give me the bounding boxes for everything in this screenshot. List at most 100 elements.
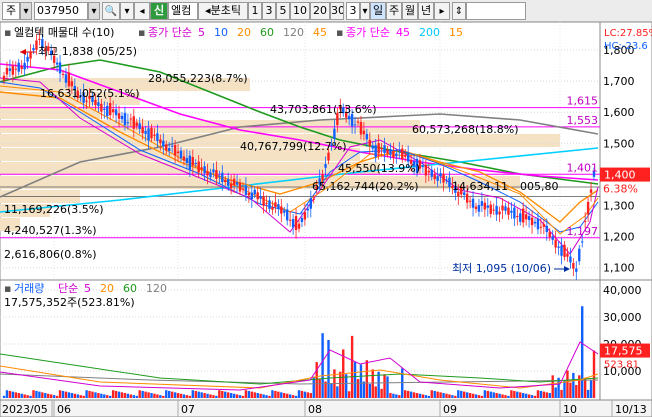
code-input[interactable]: 037950 (34, 2, 88, 20)
period-5[interactable]: 5 (276, 2, 290, 20)
volume-bar (566, 370, 569, 398)
candle-body (504, 206, 507, 211)
legend-ma2-period: 45 (396, 26, 410, 39)
candle-body (114, 109, 118, 116)
candle-body (483, 202, 487, 210)
volume-bar (492, 392, 495, 398)
next-icon[interactable]: ▸ (434, 2, 450, 20)
candle-body (209, 172, 212, 178)
period-10[interactable]: 10 (290, 2, 310, 20)
volume-bar (436, 391, 439, 398)
volume-bar (542, 391, 546, 398)
legend-ma-period: 45 (313, 26, 327, 39)
candle-body (442, 173, 445, 183)
market-dropdown-icon[interactable]: ▾ (20, 2, 32, 20)
candle-body (291, 219, 295, 228)
spinner-icon[interactable]: ⇕ (452, 2, 466, 20)
tab-day[interactable]: 일 (370, 2, 386, 20)
volume-bar (321, 333, 324, 398)
candle-body (14, 68, 17, 70)
volume-bar (203, 393, 206, 398)
volume-bar (235, 394, 239, 398)
period-1[interactable]: 1 (248, 2, 262, 20)
y-tick-label: 1,200 (603, 231, 635, 244)
candle-body (277, 204, 280, 209)
volume-profile-label: 005,80 (520, 180, 559, 193)
candle-body (244, 185, 248, 195)
tab-year[interactable]: 년 (418, 2, 434, 20)
candle-body (5, 67, 9, 75)
candle-body (583, 220, 587, 222)
tab-week[interactable]: 주 (386, 2, 402, 20)
candle-body (392, 151, 395, 158)
h-level-1615-label: 1,615 (567, 95, 599, 108)
volume-bar (191, 390, 194, 398)
volume-bar (70, 393, 74, 398)
volume-bar (362, 381, 366, 398)
period-unit-select[interactable]: ◂분초틱 (198, 2, 248, 20)
candle-body (513, 207, 516, 219)
volume-ma-label: 단순 (58, 282, 78, 295)
volume-bar (386, 376, 389, 398)
volume-bar (67, 392, 71, 398)
volume-bar (383, 374, 386, 398)
candle-body (170, 145, 174, 147)
period-30[interactable]: 30 (330, 2, 344, 20)
candle-body (495, 205, 498, 215)
x-axis-label: 07 (181, 403, 195, 416)
volume-bar (480, 395, 484, 398)
candle-body (162, 140, 165, 147)
code-dropdown-icon[interactable]: ▾ (88, 2, 100, 20)
legend-marker: ▪ (336, 26, 343, 39)
volume-bar (451, 395, 454, 398)
volume-bar (244, 390, 248, 398)
candle-body (100, 103, 103, 112)
volume-bar (135, 395, 138, 398)
candle-body (200, 167, 203, 170)
candle-body (206, 171, 209, 176)
candle-body (516, 216, 519, 218)
market-select[interactable]: 주 (2, 2, 20, 20)
candle-body (156, 133, 159, 142)
volume-bar (418, 393, 422, 398)
volume-bar (306, 392, 310, 398)
volume-bar (85, 390, 88, 398)
candle-body (85, 100, 88, 102)
tab-month[interactable]: 월 (402, 2, 418, 20)
volume-bar (109, 395, 112, 398)
prev-icon[interactable]: ◂ (134, 2, 150, 20)
volume-bar (474, 394, 478, 398)
volume-bar (424, 395, 428, 398)
x-axis-label: 10/13 (615, 403, 647, 416)
volume-bar (507, 395, 510, 398)
candle-body (362, 130, 366, 135)
volume-current-label: 17,575,352주(523.81%) (4, 296, 135, 309)
volume-bar (271, 390, 274, 398)
volume-profile-label: 60,573,268(18.8%) (412, 123, 519, 136)
candle-body (194, 162, 197, 164)
candle-body (524, 214, 528, 220)
candle-body (430, 169, 433, 177)
candle-body (111, 109, 115, 113)
candle-body (64, 74, 68, 83)
candle-body (185, 158, 189, 164)
h-level-1553-label: 1,553 (567, 114, 599, 127)
volume-bar (138, 390, 141, 398)
hc-label: HC:-23.6 (604, 41, 648, 52)
price-chart[interactable]: 1,615 1,553 1,401 1,197 28,055,223(8.7%) 16,6… (0, 22, 652, 302)
volume-bar (327, 339, 330, 398)
volume-bar (268, 395, 271, 398)
period-20[interactable]: 20 (310, 2, 330, 20)
date-input[interactable] (466, 2, 526, 20)
volume-chart[interactable]: 40,00030,00020,00010,00017,575523.81 ▪거래… (0, 280, 652, 417)
candle-body (176, 151, 180, 154)
candle-body (135, 122, 138, 126)
chevron-down-icon[interactable]: ▾ (120, 2, 134, 20)
volume-profile-label: 43,703,861(13.6%) (270, 103, 377, 116)
candle-body (288, 219, 292, 221)
period-value[interactable]: 3 (346, 2, 360, 20)
period-3[interactable]: 3 (262, 2, 276, 20)
period-spinner-icon[interactable]: ▾ (360, 2, 370, 20)
legend-ma-label: 종가 단순 (148, 26, 192, 39)
search-icon[interactable]: 🔍 (102, 2, 120, 20)
